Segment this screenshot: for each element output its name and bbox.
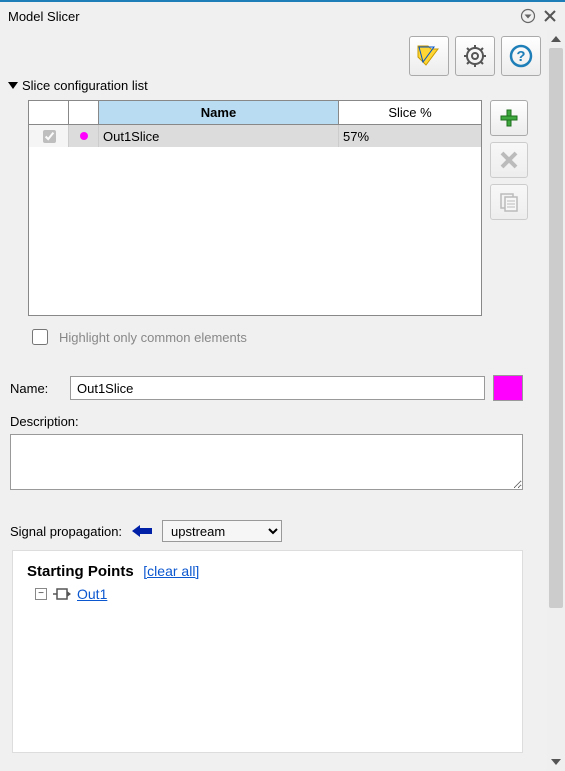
slice-table[interactable]: Name Slice % Out1Slice 57% <box>28 100 482 316</box>
col-header-pct: Slice % <box>339 101 481 125</box>
vertical-scrollbar[interactable] <box>547 30 565 771</box>
panel-title: Model Slicer <box>8 9 519 24</box>
signal-label: Signal propagation: <box>10 524 122 539</box>
slice-list-label: Slice configuration list <box>22 78 148 93</box>
block-port-icon <box>53 587 71 601</box>
row-name: Out1Slice <box>99 125 339 147</box>
highlight-model-button[interactable] <box>409 36 449 76</box>
svg-text:?: ? <box>516 48 525 65</box>
row-checkbox[interactable] <box>43 130 56 143</box>
close-icon[interactable] <box>543 9 557 23</box>
description-input[interactable] <box>10 434 523 490</box>
description-label: Description: <box>10 414 79 429</box>
name-input[interactable] <box>70 376 485 400</box>
clear-all-link[interactable]: [clear all] <box>143 563 199 579</box>
delete-slice-button[interactable] <box>490 142 528 178</box>
table-row[interactable]: Out1Slice 57% <box>29 125 481 147</box>
scroll-up-icon[interactable] <box>547 30 565 48</box>
copy-slice-button[interactable] <box>490 184 528 220</box>
scroll-thumb[interactable] <box>549 48 563 608</box>
panel-menu-icon[interactable] <box>519 7 537 25</box>
highlight-common-checkbox[interactable] <box>32 329 48 345</box>
col-header-color <box>69 101 99 125</box>
signal-select[interactable]: upstream <box>162 520 282 542</box>
settings-button[interactable] <box>455 36 495 76</box>
left-arrow-icon <box>132 525 152 537</box>
scroll-down-icon[interactable] <box>547 753 565 771</box>
starting-points-title: Starting Points <box>27 563 134 580</box>
collapse-triangle-icon <box>8 82 18 89</box>
row-pct: 57% <box>339 125 481 147</box>
col-header-name: Name <box>99 101 339 125</box>
tree-collapse-icon[interactable]: − <box>35 588 47 600</box>
row-color-dot <box>80 132 88 140</box>
col-header-check <box>29 101 69 125</box>
highlight-common-label: Highlight only common elements <box>59 330 247 345</box>
help-button[interactable]: ? <box>501 36 541 76</box>
slice-list-header[interactable]: Slice configuration list <box>8 78 148 93</box>
starting-point-link[interactable]: Out1 <box>77 586 107 602</box>
color-swatch[interactable] <box>493 375 523 401</box>
add-slice-button[interactable] <box>490 100 528 136</box>
name-label: Name: <box>10 381 62 396</box>
